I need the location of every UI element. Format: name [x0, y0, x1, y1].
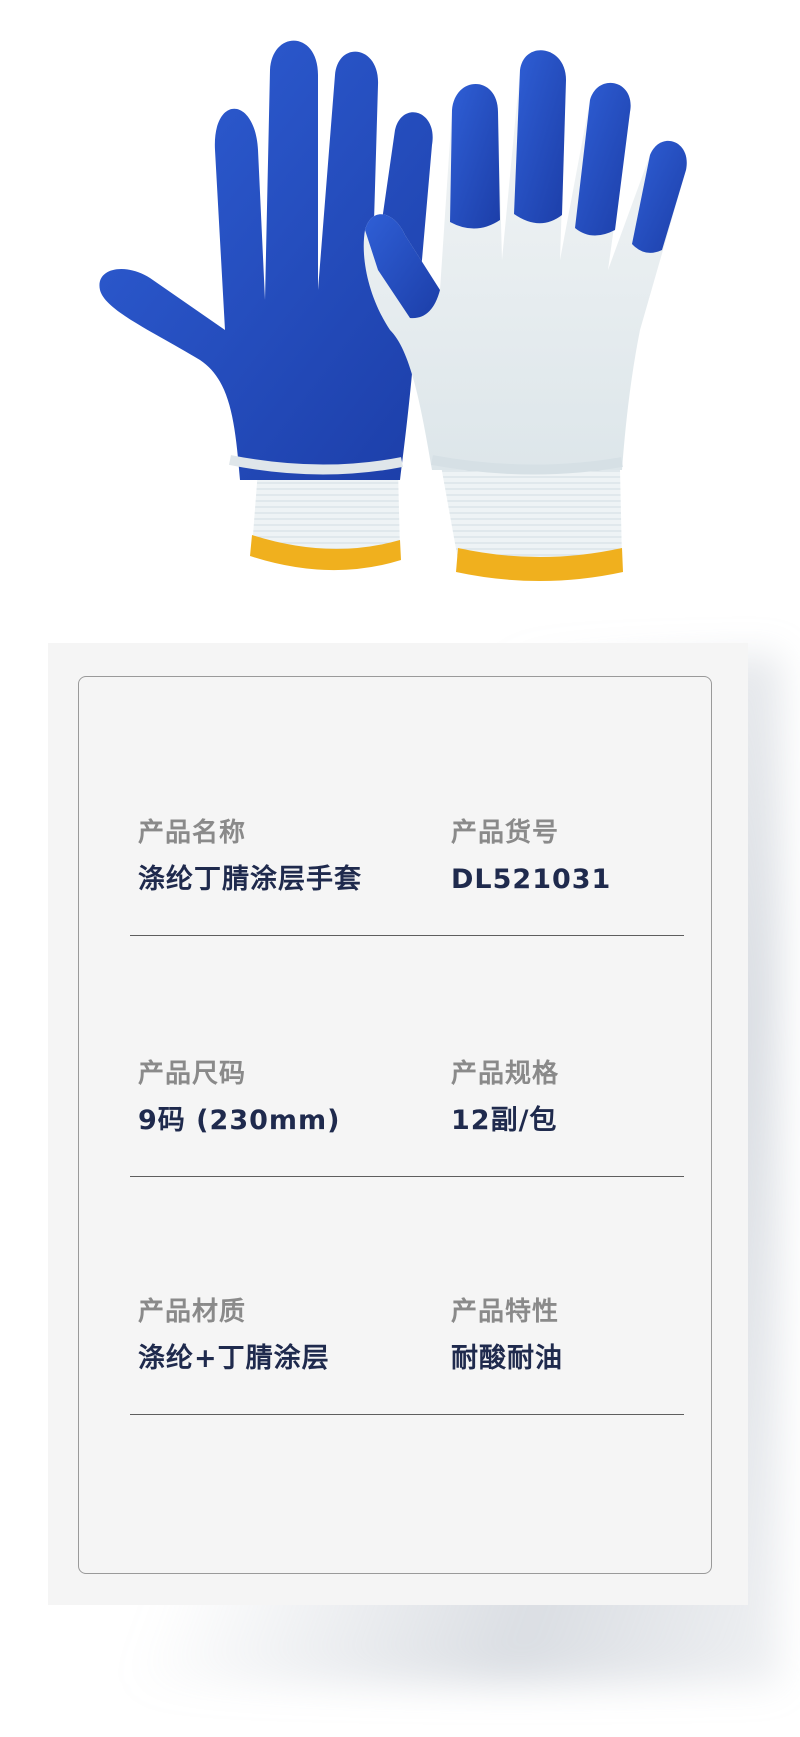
spec-value: 9码 (230mm) — [138, 1105, 341, 1136]
spec-item: 产品特性 耐酸耐油 — [451, 1294, 711, 1378]
spec-label: 产品材质 — [138, 1297, 247, 1327]
spec-label: 产品名称 — [138, 818, 247, 848]
spec-label: 产品特性 — [451, 1297, 560, 1327]
spec-value: 涤纶+丁腈涂层 — [138, 1343, 330, 1374]
spec-item: 产品货号 DL521031 — [451, 815, 711, 899]
product-image — [0, 0, 800, 640]
spec-item: 产品名称 涤纶丁腈涂层手套 — [138, 815, 398, 899]
spec-item: 产品材质 涤纶+丁腈涂层 — [138, 1294, 398, 1378]
spec-label: 产品货号 — [451, 818, 560, 848]
spec-row: 产品材质 涤纶+丁腈涂层 产品特性 耐酸耐油 — [130, 1294, 684, 1415]
spec-value: 耐酸耐油 — [451, 1343, 563, 1374]
spec-value: 12副/包 — [451, 1105, 558, 1136]
spec-value: 涤纶丁腈涂层手套 — [138, 864, 362, 895]
spec-label: 产品规格 — [451, 1059, 560, 1089]
spec-item: 产品规格 12副/包 — [451, 1056, 711, 1140]
spec-item: 产品尺码 9码 (230mm) — [138, 1056, 398, 1140]
spec-row: 产品尺码 9码 (230mm) 产品规格 12副/包 — [130, 1056, 684, 1177]
spec-row: 产品名称 涤纶丁腈涂层手套 产品货号 DL521031 — [130, 815, 684, 936]
spec-label: 产品尺码 — [138, 1059, 247, 1089]
spec-value: DL521031 — [451, 864, 612, 895]
